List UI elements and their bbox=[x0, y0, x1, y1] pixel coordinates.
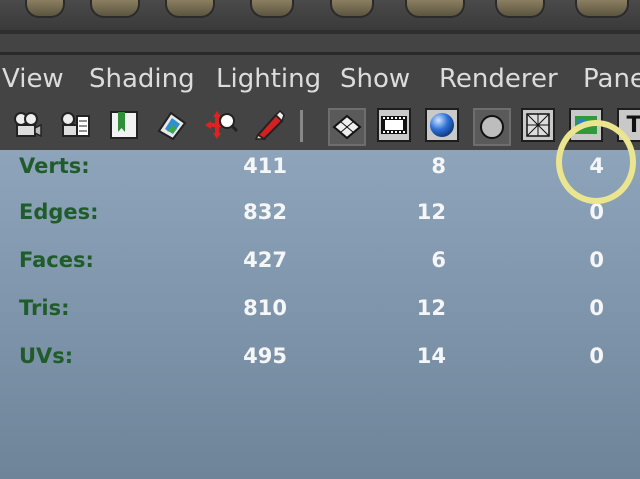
pencil-icon[interactable] bbox=[252, 108, 286, 142]
camera-attributes-icon[interactable] bbox=[58, 108, 92, 142]
shelf-strip bbox=[0, 0, 640, 30]
menu-view[interactable]: View bbox=[2, 64, 64, 94]
panel-menu-bar: View Shading Lighting Show Renderer Pane bbox=[0, 56, 640, 102]
hud-value: 810 bbox=[243, 296, 287, 320]
hud-row-verts: Verts: 411 8 4 bbox=[0, 154, 640, 184]
hud-label: UVs: bbox=[19, 344, 74, 368]
hud-row-uvs: UVs: 495 14 0 bbox=[0, 344, 640, 374]
hud-value: 495 bbox=[243, 344, 287, 368]
shelf-tool-icon[interactable] bbox=[165, 0, 215, 18]
hud-value: 411 bbox=[243, 154, 287, 178]
menu-shading[interactable]: Shading bbox=[89, 64, 195, 94]
hud-value: 8 bbox=[431, 154, 446, 178]
hud-value: 0 bbox=[589, 248, 604, 272]
menu-lighting[interactable]: Lighting bbox=[216, 64, 321, 94]
shelf-tool-icon[interactable] bbox=[405, 0, 465, 18]
viewport[interactable]: Verts: 411 8 4 Edges: 832 12 0 Faces: 42… bbox=[0, 150, 640, 479]
hud-label: Tris: bbox=[19, 296, 70, 320]
select-camera-icon[interactable] bbox=[204, 108, 238, 142]
hud-value: 427 bbox=[243, 248, 287, 272]
xray-icon[interactable] bbox=[521, 108, 555, 142]
shelf-tool-icon[interactable] bbox=[25, 0, 65, 18]
hud-label: Faces: bbox=[19, 248, 94, 272]
hud-value: 0 bbox=[589, 344, 604, 368]
hud-value: 0 bbox=[589, 296, 604, 320]
hud-value: 832 bbox=[243, 200, 287, 224]
shelf-tool-icon[interactable] bbox=[575, 0, 629, 18]
film-gate-icon[interactable] bbox=[377, 108, 411, 142]
shelf-tool-icon[interactable] bbox=[330, 0, 374, 18]
hud-value: 6 bbox=[431, 248, 446, 272]
menu-renderer[interactable]: Renderer bbox=[439, 64, 558, 94]
hud-row-faces: Faces: 427 6 0 bbox=[0, 248, 640, 278]
menu-show[interactable]: Show bbox=[340, 64, 410, 94]
hud-label: Verts: bbox=[19, 154, 90, 178]
shelf-tool-icon[interactable] bbox=[250, 0, 294, 18]
hud-label: Edges: bbox=[19, 200, 99, 224]
camera-icon[interactable] bbox=[10, 108, 44, 142]
menu-panels[interactable]: Pane bbox=[583, 64, 640, 94]
panel-toolbar: T bbox=[0, 102, 640, 150]
shelf-tool-icon[interactable] bbox=[90, 0, 140, 18]
smooth-shade-icon[interactable] bbox=[425, 108, 459, 142]
shelf-tool-icon[interactable] bbox=[495, 0, 545, 18]
toolbar-separator bbox=[300, 110, 303, 142]
grid-icon[interactable] bbox=[328, 108, 366, 146]
image-plane-icon[interactable] bbox=[155, 108, 189, 142]
hud-value: 12 bbox=[416, 296, 446, 320]
bookmark-icon[interactable] bbox=[107, 108, 141, 142]
hud-row-tris: Tris: 810 12 0 bbox=[0, 296, 640, 326]
hud-value: 12 bbox=[416, 200, 446, 224]
wireframe-on-shaded-icon[interactable] bbox=[473, 108, 511, 146]
panel-divider bbox=[0, 52, 640, 55]
hud-value: 14 bbox=[416, 344, 446, 368]
highlight-circle bbox=[556, 120, 636, 204]
hud-row-edges: Edges: 832 12 0 bbox=[0, 200, 640, 230]
